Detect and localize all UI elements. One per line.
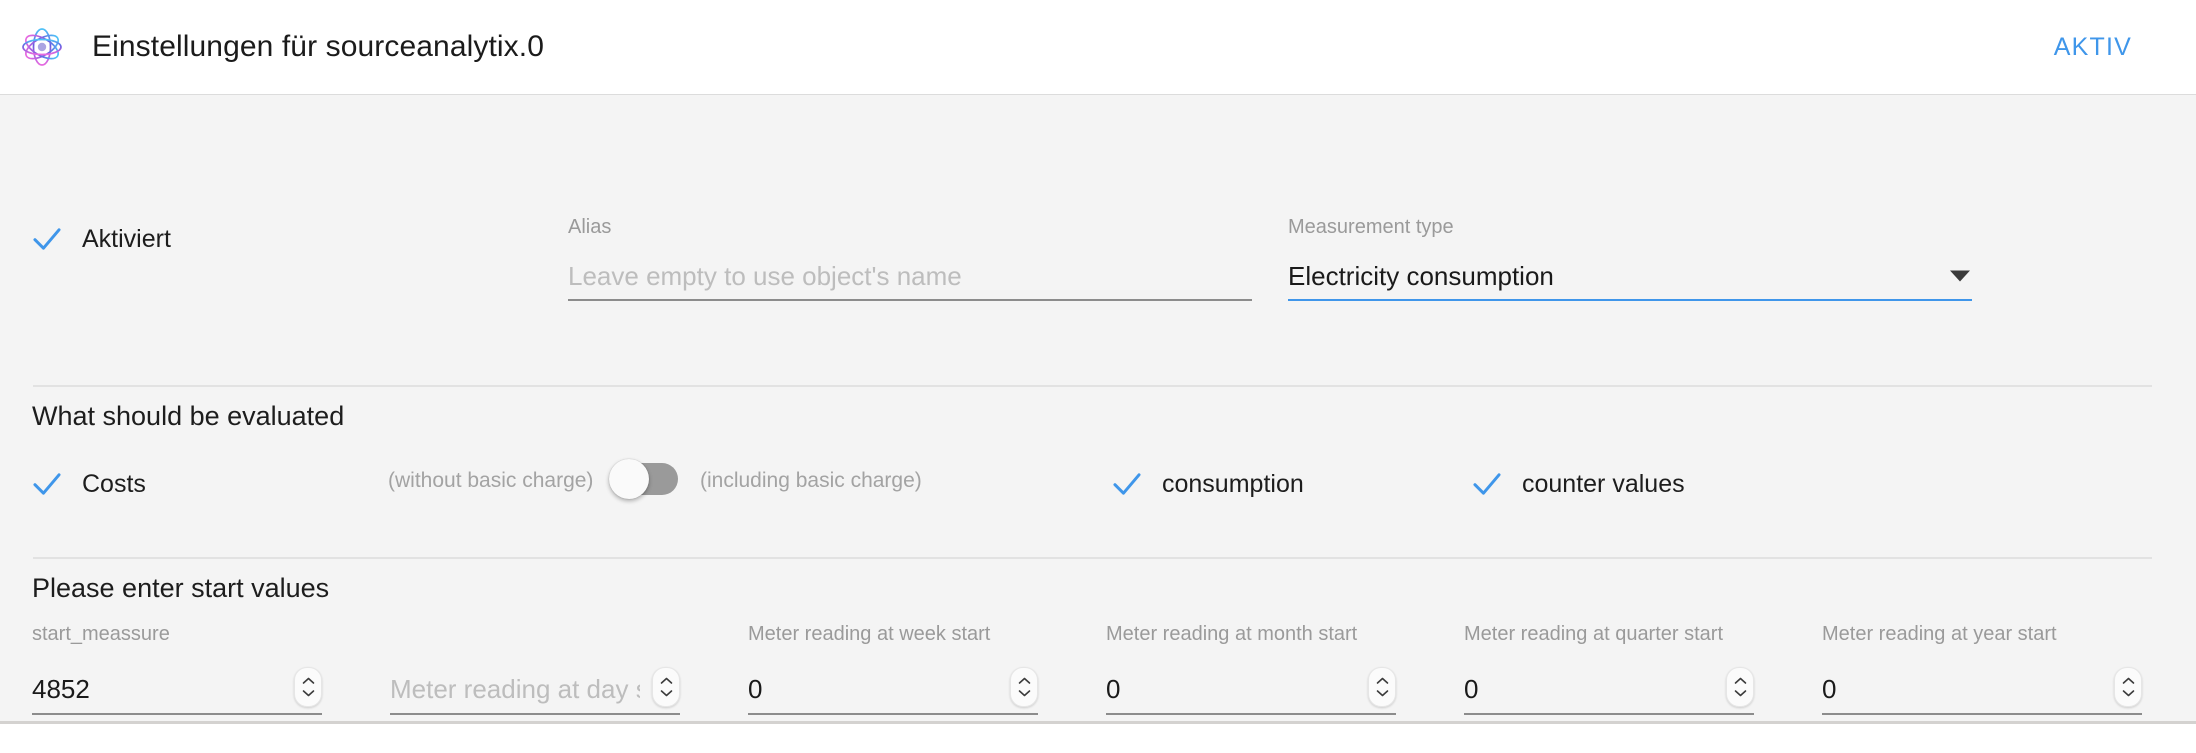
start-value-label-2: Meter reading at week start — [748, 623, 991, 645]
section-divider-2 — [33, 557, 2152, 559]
start-values-section-title: Please enter start values — [32, 573, 330, 603]
start-value-field-4: Meter reading at quarter start — [1464, 623, 1754, 715]
start-value-control-2[interactable] — [748, 665, 1038, 715]
chevron-down-icon[interactable] — [1950, 270, 1970, 282]
check-icon — [1113, 473, 1141, 495]
settings-page: Einstellungen für sourceanalytix.0 AKTIV… — [0, 0, 2196, 724]
start-value-field-3: Meter reading at month start — [1106, 623, 1396, 715]
check-icon — [33, 473, 61, 495]
start-value-label-3: Meter reading at month start — [1106, 623, 1358, 645]
measurement-type-label: Measurement type — [1288, 216, 1454, 238]
start-values-row: start_meassure 4852 Meter reading at day… — [0, 623, 2196, 753]
alias-input[interactable] — [568, 260, 1252, 292]
consumption-label: consumption — [1162, 469, 1304, 498]
start-value-control-1[interactable] — [390, 665, 680, 715]
measurement-type-select[interactable]: Electricity consumption — [1288, 253, 1972, 301]
start-value-control-0[interactable] — [32, 665, 322, 715]
spinner-updown-icon-5[interactable] — [2114, 667, 2142, 707]
counter-values-checkbox[interactable]: counter values — [1470, 467, 1685, 501]
spinner-updown-icon-0[interactable] — [294, 667, 322, 707]
section-divider-1 — [33, 385, 2152, 387]
costs-checkbox[interactable]: Costs — [30, 467, 146, 501]
costs-label: Costs — [82, 469, 146, 498]
status-badge[interactable]: AKTIV — [2054, 33, 2132, 62]
start-value-control-4[interactable] — [1464, 665, 1754, 715]
check-icon — [1473, 473, 1501, 495]
alias-field: Alias — [568, 217, 1252, 301]
start-value-field-2: Meter reading at week start — [748, 623, 1038, 715]
check-icon — [33, 228, 61, 250]
evaluate-section-title: What should be evaluated — [32, 401, 345, 431]
top-settings-row: Aktiviert Alias Measurement type Electri… — [0, 95, 2196, 301]
start-value-input-2[interactable] — [748, 673, 998, 705]
start-value-field-5: Meter reading at year start — [1822, 623, 2142, 715]
counter-values-label: counter values — [1522, 469, 1685, 498]
settings-panel: Aktiviert Alias Measurement type Electri… — [0, 95, 2196, 724]
atom-icon — [14, 19, 70, 75]
start-value-input-0[interactable] — [32, 673, 282, 705]
page-title: Einstellungen für sourceanalytix.0 — [92, 30, 544, 63]
start-value-control-3[interactable] — [1106, 665, 1396, 715]
start-value-label-5: Meter reading at year start — [1822, 623, 2057, 645]
start-value-label-0: start_meassure — [32, 623, 170, 645]
start-value-label-4: Meter reading at quarter start — [1464, 623, 1724, 645]
without-basic-charge-label: (without basic charge) — [388, 469, 594, 492]
measurement-type-field: Measurement type Electricity consumption — [1288, 217, 1972, 301]
enabled-label: Aktiviert — [82, 224, 171, 253]
spinner-updown-icon-2[interactable] — [1010, 667, 1038, 707]
start-value-input-3[interactable] — [1106, 673, 1356, 705]
toggle-knob — [609, 459, 649, 499]
alias-label: Alias — [568, 216, 612, 238]
spinner-updown-icon-4[interactable] — [1726, 667, 1754, 707]
start-value-control-5[interactable] — [1822, 665, 2142, 715]
measurement-type-value: Electricity consumption — [1288, 260, 1554, 291]
basic-charge-toggle[interactable] — [609, 459, 678, 499]
spinner-updown-icon-1[interactable] — [652, 667, 680, 707]
start-value-input-1[interactable] — [390, 673, 640, 705]
start-value-field-0: start_meassure — [32, 623, 322, 715]
enabled-checkbox[interactable]: Aktiviert — [30, 222, 171, 256]
start-value-input-4[interactable] — [1464, 673, 1714, 705]
alias-control[interactable] — [568, 253, 1252, 301]
page-header: Einstellungen für sourceanalytix.0 AKTIV — [0, 0, 2196, 95]
including-basic-charge-label: (including basic charge) — [700, 469, 922, 492]
spinner-updown-icon-3[interactable] — [1368, 667, 1396, 707]
start-value-input-5[interactable] — [1822, 673, 2102, 705]
consumption-checkbox[interactable]: consumption — [1110, 467, 1304, 501]
start-value-field-1 — [390, 623, 680, 715]
